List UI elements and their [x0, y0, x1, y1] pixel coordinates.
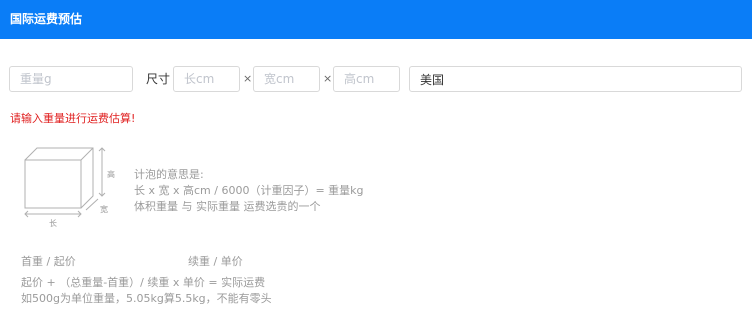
- length-input[interactable]: [173, 66, 240, 92]
- times-symbol-2: ×: [323, 72, 333, 85]
- weight-input[interactable]: [9, 66, 133, 92]
- height-input[interactable]: [333, 66, 400, 92]
- volume-info-line2: 长 x 宽 x 高cm / 6000（计重因子）= 重量kg: [134, 184, 364, 197]
- country-input[interactable]: [409, 66, 742, 92]
- box-length-label: 长: [49, 218, 57, 228]
- first-weight-label: 首重 / 起价: [21, 255, 76, 268]
- box-dimension-icon: 高 宽 长: [24, 147, 115, 228]
- times-symbol-1: ×: [243, 72, 253, 85]
- width-input[interactable]: [253, 66, 320, 92]
- fee-formula: 起价 + （总重量-首重）/ 续重 x 单价 = 实际运费: [21, 276, 266, 289]
- box-diagram: 高 宽 长: [18, 144, 124, 230]
- fee-note: 如500g为单位重量，5.05kg算5.5kg，不能有零头: [21, 292, 272, 305]
- volume-info-line1: 计泡的意思是:: [134, 168, 204, 181]
- box-width-label: 宽: [100, 204, 108, 214]
- error-message: 请输入重量进行运费估算!: [10, 112, 136, 125]
- volume-info-line3: 体积重量 与 实际重量 运费选贵的一个: [134, 200, 321, 213]
- page-header: 国际运费预估: [0, 0, 752, 39]
- continued-weight-label: 续重 / 单价: [188, 255, 243, 268]
- box-height-label: 高: [107, 169, 115, 179]
- size-label: 尺寸: [146, 72, 171, 86]
- page-title: 国际运费预估: [10, 12, 83, 26]
